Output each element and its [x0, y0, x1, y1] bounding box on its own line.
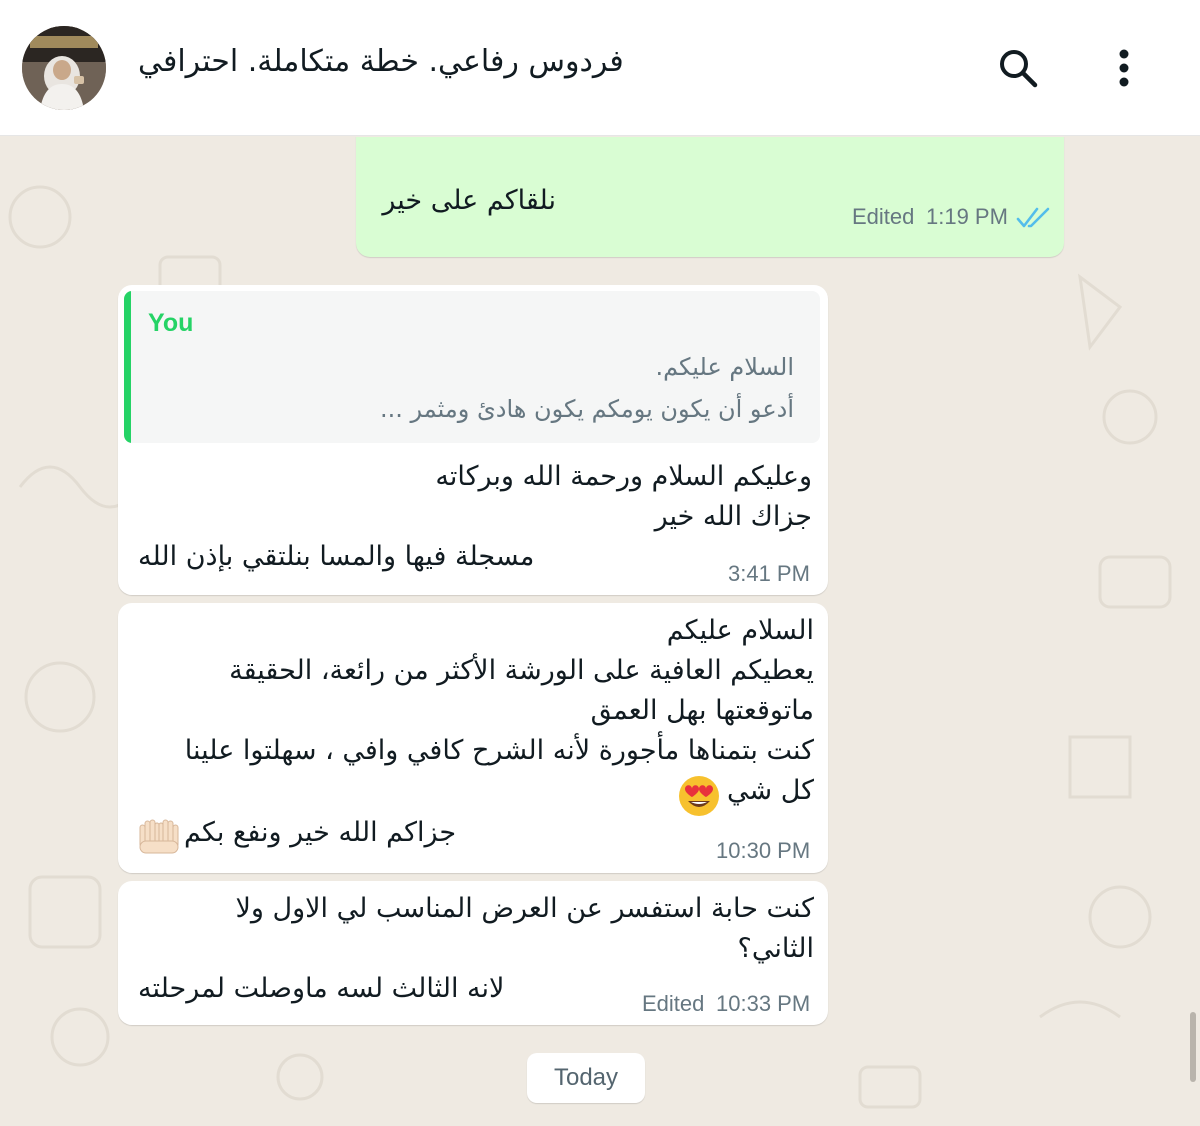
heart-eyes-emoji — [678, 775, 720, 821]
message-text-line: كنت بتمناها مأجورة لأنه الشرح كافي وافي … — [184, 735, 814, 766]
message-text-line: يعطيكم العافية على الورشة الأكثر من رائع… — [229, 655, 814, 686]
message-time: 10:30 PM — [716, 838, 811, 863]
message-text: نلقاكم على خير — [382, 185, 556, 216]
quote-text-line: أدعو أن يكون يومكم يكون هادئ ومثمر ... — [380, 395, 794, 423]
message-bubble-incoming[interactable]: You السلام عليكم. أدعو أن يكون يومكم يكو… — [118, 285, 828, 595]
message-text-line: كل شي — [726, 775, 814, 806]
message-time: 3:41 PM — [728, 561, 810, 586]
message-text-line: لانه الثالث لسه ماوصلت لمرحلته — [138, 973, 505, 1004]
chat-header: فردوس رفاعي. خطة متكاملة. احترافي — [0, 0, 1200, 136]
search-icon[interactable] — [996, 46, 1040, 90]
message-bubble-incoming[interactable]: السلام عليكم يعطيكم العافية على الورشة ا… — [118, 603, 828, 873]
double-check-read-icon — [1016, 207, 1052, 233]
message-text-line: مسجلة فيها والمسا بنلتقي بإذن الله — [138, 541, 535, 572]
message-text-line: ماتوقعتها بهل العمق — [590, 695, 814, 726]
quote-text-line: السلام عليكم. — [655, 353, 794, 381]
date-divider: Today — [527, 1053, 645, 1103]
chat-scrollbar[interactable] — [1190, 1012, 1196, 1082]
quote-author: You — [148, 309, 194, 337]
contact-avatar[interactable] — [22, 26, 106, 110]
message-bubble-incoming[interactable]: كنت حابة استفسر عن العرض المناسب لي الاو… — [118, 881, 828, 1025]
message-text-line: السلام عليكم — [666, 615, 814, 646]
quote-accent-bar — [124, 291, 131, 443]
message-time: 10:33 PM — [716, 991, 811, 1016]
message-time: 1:19 PM — [926, 204, 1008, 229]
message-edited-label: Edited — [642, 991, 705, 1016]
message-edited-label: Edited — [852, 204, 915, 229]
message-text-line: كنت حابة استفسر عن العرض المناسب لي الاو… — [235, 893, 814, 924]
message-text-line: جزاك الله خير — [654, 501, 812, 532]
more-vertical-icon[interactable] — [1102, 46, 1146, 90]
message-text-line: الثاني؟ — [737, 933, 814, 964]
quoted-message[interactable]: You السلام عليكم. أدعو أن يكون يومكم يكو… — [124, 291, 820, 443]
message-bubble-outgoing[interactable]: نلقاكم على خير Edited 1:19 PM — [356, 137, 1064, 257]
chat-title[interactable]: فردوس رفاعي. خطة متكاملة. احترافي — [138, 44, 738, 79]
message-text-line: وعليكم السلام ورحمة الله وبركاته — [435, 461, 812, 492]
message-text-line: جزاكم الله خير ونفع بكم — [184, 817, 457, 848]
chat-area[interactable]: نلقاكم على خير Edited 1:19 PM You السلام… — [0, 137, 1200, 1126]
raised-hands-emoji — [138, 817, 180, 859]
